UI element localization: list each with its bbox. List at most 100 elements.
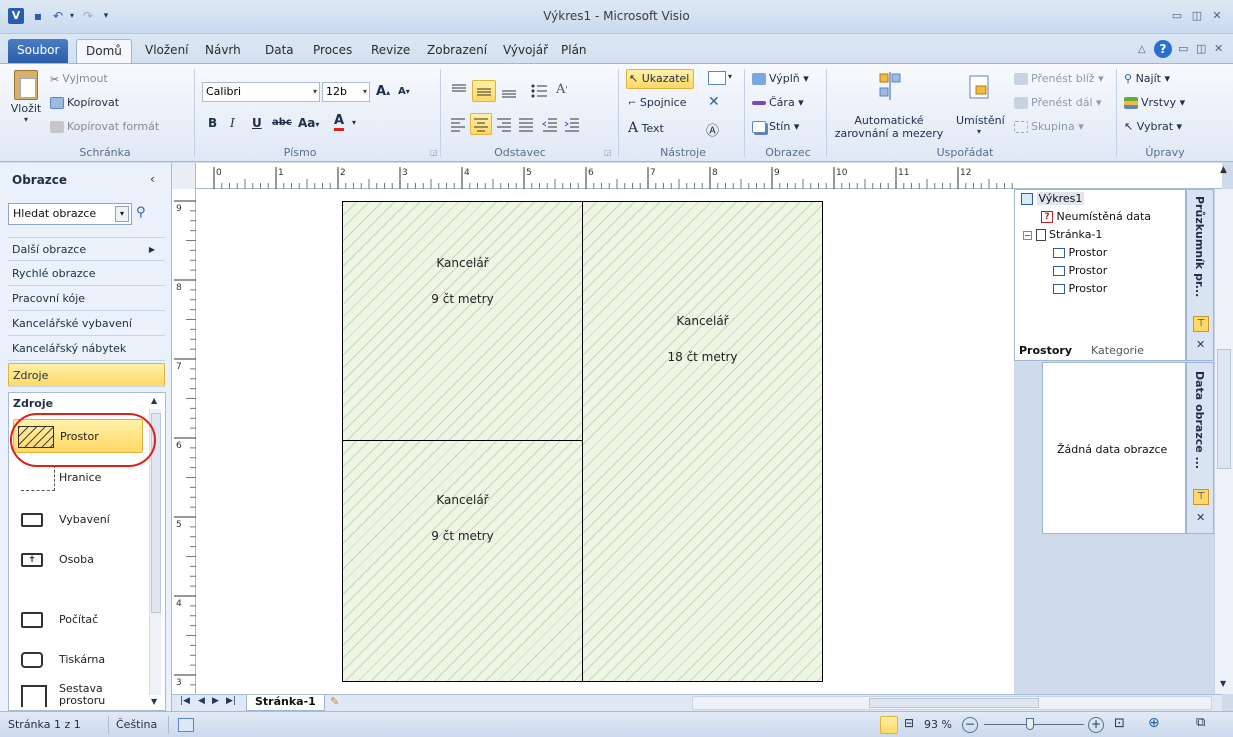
find-button[interactable]: ⚲ Najít ▾ xyxy=(1124,72,1170,85)
stencil-quick-shapes[interactable]: Rychlé obrazce xyxy=(8,262,165,286)
scroll-down-icon[interactable]: ▼ xyxy=(1220,679,1226,688)
position-button[interactable]: Umístění ▾ xyxy=(956,70,1005,144)
fullscreen-view-icon[interactable]: ⊟ xyxy=(904,716,914,730)
tab-home[interactable]: Domů xyxy=(76,39,132,63)
insert-page-icon[interactable]: ✎ xyxy=(330,695,339,708)
font-dialog-launcher-icon[interactable]: ◲ xyxy=(430,148,438,157)
zoom-level[interactable]: 93 % xyxy=(924,718,952,731)
tab-file[interactable]: Soubor xyxy=(8,39,69,63)
minimize-icon[interactable]: ▭ xyxy=(1168,8,1186,24)
status-page[interactable]: Stránka 1 z 1 xyxy=(8,718,81,731)
horizontal-scrollbar[interactable] xyxy=(692,696,1212,710)
connector-tool-button[interactable]: ⌐ Spojnice xyxy=(628,96,687,109)
room-shape[interactable]: Kancelář 9 čt metry xyxy=(342,201,583,441)
last-page-icon[interactable]: ▶| xyxy=(226,696,236,706)
first-page-icon[interactable]: |◀ xyxy=(180,696,190,706)
italic-button[interactable]: I xyxy=(230,116,235,130)
room-shape[interactable]: Kancelář 9 čt metry xyxy=(342,440,583,682)
font-color-button[interactable]: A xyxy=(334,114,345,131)
bring-forward-button[interactable]: Přenést blíž ▾ xyxy=(1014,72,1104,85)
minimize-ribbon-icon[interactable]: △ xyxy=(1138,44,1146,55)
room-shape[interactable]: Kancelář 18 čt metry xyxy=(582,201,823,682)
group-button[interactable]: Skupina ▾ xyxy=(1014,120,1084,133)
doc-minimize-icon[interactable]: ▭ xyxy=(1178,42,1188,55)
switch-windows-icon[interactable]: ⧉ xyxy=(1196,715,1205,730)
vertical-scrollbar[interactable]: ▼ xyxy=(1214,189,1233,694)
search-icon[interactable]: ⚲ xyxy=(136,205,146,220)
more-shapes-item[interactable]: Další obrazce ▶ xyxy=(8,237,165,261)
normal-view-icon[interactable] xyxy=(880,716,898,734)
tab-categories[interactable]: Kategorie xyxy=(1091,344,1144,357)
tree-page[interactable]: − Stránka-1 xyxy=(1023,228,1102,241)
copy-button[interactable]: Kopírovat xyxy=(50,96,119,109)
close-panel-icon[interactable]: ✕ xyxy=(1196,511,1205,524)
font-color-dropdown-icon[interactable]: ▾ xyxy=(352,118,356,127)
help-icon[interactable]: ? xyxy=(1154,40,1172,58)
format-painter-button[interactable]: Kopírovat formát xyxy=(50,120,159,133)
tab-data[interactable]: Data xyxy=(256,39,303,63)
shrink-font-button[interactable]: A▾ xyxy=(398,86,410,97)
doc-restore-icon[interactable]: ◫ xyxy=(1196,42,1206,55)
fill-button[interactable]: Výplň ▾ xyxy=(752,72,809,85)
font-family-combo[interactable]: Calibri ▾ xyxy=(202,82,320,102)
close-icon[interactable]: ✕ xyxy=(1208,8,1226,24)
layers-button[interactable]: Vrstvy ▾ xyxy=(1124,96,1185,109)
shape-person[interactable]: ✝ Osoba xyxy=(19,543,147,577)
tab-design[interactable]: Návrh xyxy=(196,39,250,63)
shape-computer[interactable]: Počítač xyxy=(19,603,147,637)
pin-icon[interactable]: ⊤ xyxy=(1193,316,1209,332)
grow-font-button[interactable]: A▴ xyxy=(376,84,390,99)
macro-record-icon[interactable] xyxy=(178,718,194,732)
text-direction-button[interactable]: A' xyxy=(556,82,568,97)
zoom-in-icon[interactable]: + xyxy=(1088,717,1104,733)
rectangle-tool-button[interactable] xyxy=(708,71,726,85)
font-size-combo[interactable]: 12b ▾ xyxy=(322,82,370,102)
tab-review[interactable]: Revize xyxy=(362,39,419,63)
stencil-cubicles[interactable]: Pracovní kóje xyxy=(8,287,165,311)
stencil-scroll-down-icon[interactable]: ▼ xyxy=(151,697,157,706)
align-center-button[interactable] xyxy=(470,113,492,135)
align-right-button[interactable] xyxy=(494,114,514,134)
align-middle-button[interactable] xyxy=(472,80,496,102)
tab-page-1[interactable]: Stránka-1 xyxy=(246,695,325,711)
search-dropdown-icon[interactable]: ▾ xyxy=(115,206,129,222)
shape-space-set[interactable]: Sestava prostoru xyxy=(19,679,147,709)
zoom-out-icon[interactable]: − xyxy=(962,717,978,733)
justify-button[interactable] xyxy=(516,114,536,134)
horizontal-scroll-thumb[interactable] xyxy=(869,698,1039,708)
tab-insert[interactable]: Vložení xyxy=(136,39,198,63)
align-top-button[interactable] xyxy=(448,80,470,100)
paste-button[interactable]: Vložit ▾ xyxy=(8,70,44,140)
shape-equipment[interactable]: Vybavení xyxy=(19,503,147,537)
connection-point-tool-icon[interactable]: ✕ xyxy=(708,94,720,110)
tree-unplaced-data[interactable]: ? Neumístěná data xyxy=(1041,210,1151,223)
next-page-icon[interactable]: ▶ xyxy=(212,696,219,706)
pin-icon[interactable]: ⊤ xyxy=(1193,489,1209,505)
tree-space[interactable]: Prostor xyxy=(1053,264,1107,277)
rectangle-dropdown-icon[interactable]: ▾ xyxy=(728,72,732,81)
line-button[interactable]: Čára ▾ xyxy=(752,96,804,109)
maximize-icon[interactable]: ◫ xyxy=(1188,8,1206,24)
align-bottom-button[interactable] xyxy=(498,80,520,100)
tab-plan[interactable]: Plán xyxy=(552,39,596,63)
stencil-scroll-up-icon[interactable]: ▲ xyxy=(151,396,157,405)
tab-spaces[interactable]: Prostory xyxy=(1019,344,1072,357)
tree-space[interactable]: Prostor xyxy=(1053,282,1107,295)
tab-developer[interactable]: Vývojář xyxy=(494,39,557,63)
close-panel-icon[interactable]: ✕ xyxy=(1196,338,1205,351)
pointer-tool-button[interactable]: ↖ Ukazatel xyxy=(626,69,695,89)
bold-button[interactable]: B xyxy=(208,116,217,130)
align-left-button[interactable] xyxy=(448,114,468,134)
tab-process[interactable]: Proces xyxy=(304,39,361,63)
paragraph-dialog-launcher-icon[interactable]: ◲ xyxy=(604,148,612,157)
shadow-button[interactable]: Stín ▾ xyxy=(752,120,799,133)
collapse-pane-icon[interactable]: ‹ xyxy=(150,172,155,186)
increase-indent-button[interactable] xyxy=(562,114,582,134)
send-backward-button[interactable]: Přenést dál ▾ xyxy=(1014,96,1102,109)
stencil-office-equipment[interactable]: Kancelářské vybavení xyxy=(8,312,165,336)
prev-page-icon[interactable]: ◀ xyxy=(198,696,205,706)
fit-page-icon[interactable]: ⊡ xyxy=(1114,716,1125,731)
status-language[interactable]: Čeština xyxy=(116,718,157,731)
auto-align-button[interactable]: Automatické zarovnání a mezery xyxy=(834,70,944,144)
tree-root[interactable]: Výkres1 xyxy=(1021,192,1085,205)
